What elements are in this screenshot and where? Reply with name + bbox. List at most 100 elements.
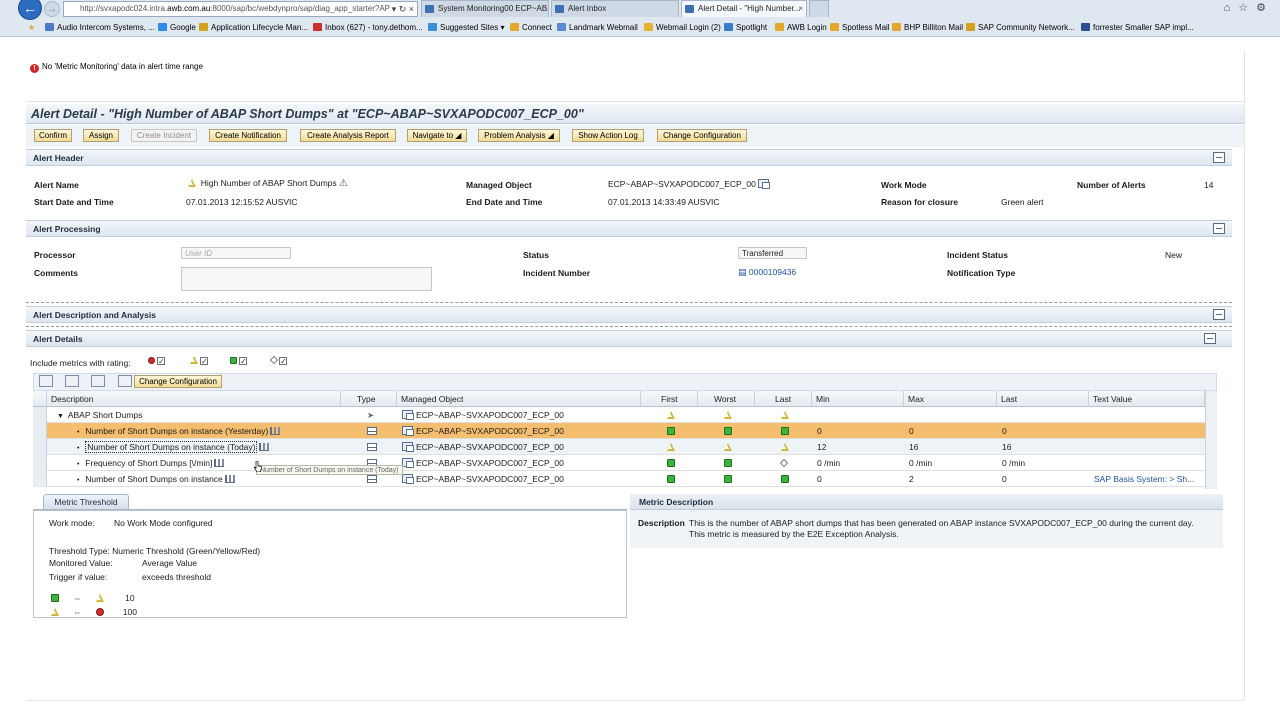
tab-system-monitoring[interactable]: System Monitoring00 ECP~AB... [421,0,549,17]
divider [26,700,1244,701]
rating-filter-yellow[interactable]: ✓ [190,355,208,366]
table-row[interactable]: • Number of Short Dumps on instance (Yes… [33,423,1205,439]
alert-description-section[interactable]: Alert Description and Analysis [26,306,1232,323]
navigate-to-button[interactable]: Navigate to ◢ [407,129,467,142]
favorites-star-icon[interactable]: ★ [28,19,35,36]
favorite-6[interactable]: Connect [510,19,552,36]
collapse-icon[interactable] [1213,309,1225,320]
change-configuration-button[interactable]: Change Configuration [657,129,747,142]
column-header-min[interactable]: Min [812,391,904,407]
select-all-header[interactable] [33,391,47,407]
green-rating-checkbox[interactable]: ✓ [239,357,247,366]
rating-filter-green[interactable]: ✓ [230,355,247,366]
collapse-triangle-icon[interactable]: ▼ [57,413,68,420]
grey-rating-icon [269,355,279,365]
tab-alert-detail[interactable]: Alert Detail - "High Number... × [681,0,807,17]
print-icon[interactable] [91,375,105,387]
column-header-managed-object[interactable]: Managed Object [397,391,641,407]
favorite-4[interactable]: Inbox (627) - tony.dethom... [313,19,423,36]
create-notification-button[interactable]: Create Notification [209,129,287,142]
alert-details-section[interactable]: Alert Details [26,330,1232,347]
favorite-2[interactable]: Google [158,19,196,36]
expand-all-icon[interactable] [39,375,53,387]
column-header-text-value[interactable]: Text Value [1089,391,1205,407]
metric-chart-icon[interactable] [214,459,225,467]
column-header-first[interactable]: First [641,391,698,407]
metric-chart-icon[interactable] [270,427,281,435]
row-selector[interactable] [33,407,47,423]
column-header-description[interactable]: Description [47,391,341,407]
alert-header-section[interactable]: Alert Header [26,149,1232,166]
browser-toolbar-icons[interactable]: ⌂☆⚙ [1224,1,1274,14]
confirm-button[interactable]: Confirm [34,129,72,142]
assign-button[interactable]: Assign [83,129,119,142]
favorite-label: AWB Login [787,23,827,32]
table-row[interactable]: • Number of Short Dumps on instance (Tod… [33,439,1205,455]
collapse-icon[interactable] [1204,333,1216,344]
cell-text[interactable] [1089,439,1205,455]
status-field[interactable]: Transferred [738,247,807,259]
config-icon[interactable] [118,375,132,387]
incident-number-link[interactable]: ▤ 0000109436 [738,267,796,278]
forward-button[interactable]: → [44,1,60,17]
create-incident-button[interactable]: Create Incident [131,129,197,142]
favorite-7[interactable]: Landmark Webmail [557,19,638,36]
problem-analysis-button[interactable]: Problem Analysis ◢ [478,129,560,142]
favorite-10[interactable]: AWB Login [775,19,827,36]
row-selector[interactable] [33,471,47,487]
red-rating-checkbox[interactable]: ✓ [157,357,165,366]
page-scrollbar[interactable] [1244,50,1245,700]
refresh-icon[interactable]: ▾ ↻ × [392,2,414,16]
address-bar[interactable]: http://svxapodc024.intra.awb.com.au:8000… [63,1,418,17]
yellow-rating-checkbox[interactable]: ✓ [200,357,208,366]
favorite-3[interactable]: Application Lifecycle Man... [199,19,308,36]
export-icon[interactable] [65,375,79,387]
tab-alert-inbox[interactable]: Alert Inbox [551,0,679,17]
cell-text[interactable] [1089,423,1205,439]
details-change-configuration-button[interactable]: Change Configuration [134,375,222,388]
favorite-1[interactable]: Audio Intercom Systems, ... [45,19,155,36]
managed-object-icon[interactable] [758,179,771,189]
cell-description: ▼ ABAP Short Dumps [47,407,341,423]
row-selector[interactable] [33,423,47,439]
back-button[interactable]: ← [18,0,42,20]
description-label: Description [638,518,685,528]
alert-processing-section[interactable]: Alert Processing [26,220,1232,237]
cell-text[interactable] [1089,455,1205,471]
new-tab-button[interactable] [809,0,829,17]
column-header-last-value[interactable]: Last [997,391,1089,407]
favorite-5[interactable]: Suggested Sites ▾ [428,19,505,36]
column-header-max[interactable]: Max [904,391,997,407]
favorite-14[interactable]: forrester Smaller SAP impl... [1081,19,1194,36]
favorite-8[interactable]: Webmail Login (2) [644,19,721,36]
cell-text[interactable]: SAP Basis System: > Sh... [1089,471,1205,487]
row-selector[interactable] [33,439,47,455]
collapse-icon[interactable] [1213,223,1225,234]
collapse-icon[interactable] [1213,152,1225,163]
metric-chart-icon[interactable] [224,475,235,483]
metric-threshold-tab[interactable]: Metric Threshold [43,494,129,510]
favorite-9[interactable]: Spotlight [724,19,767,36]
comments-field[interactable] [181,267,432,291]
processor-input[interactable]: User ID [181,247,291,259]
column-header-last[interactable]: Last [755,391,812,407]
column-header-worst[interactable]: Worst [698,391,755,407]
metric-chart-icon[interactable] [259,443,270,451]
create-analysis-report-button[interactable]: Create Analysis Report [300,129,396,142]
rating-filter-red[interactable]: ✓ [148,355,165,366]
row-selector[interactable] [33,455,47,471]
table-row[interactable]: • Number of Short Dumps on instance ECP~A… [33,471,1205,487]
grey-rating-checkbox[interactable]: ✓ [279,357,287,366]
favorite-13[interactable]: SAP Community Network... [966,19,1075,36]
column-header-type[interactable]: Type [341,391,397,407]
table-scrollbar[interactable] [1205,391,1217,489]
rating-filter-grey[interactable]: ✓ [269,355,287,366]
favorite-label: Suggested Sites ▾ [440,23,505,32]
table-row[interactable]: • Frequency of Short Dumps [\/min] ECP~AB… [33,455,1205,471]
close-tab-icon[interactable]: × [798,1,803,17]
favorite-11[interactable]: Spotless Mail [830,19,890,36]
show-action-log-button[interactable]: Show Action Log [572,129,644,142]
favorite-12[interactable]: BHP Billiton Mail [892,19,963,36]
table-row-group[interactable]: ▼ ABAP Short Dumps ➤ ECP~ABAP~SVXAPODC007_… [33,407,1205,423]
cell-text[interactable] [1089,407,1205,423]
